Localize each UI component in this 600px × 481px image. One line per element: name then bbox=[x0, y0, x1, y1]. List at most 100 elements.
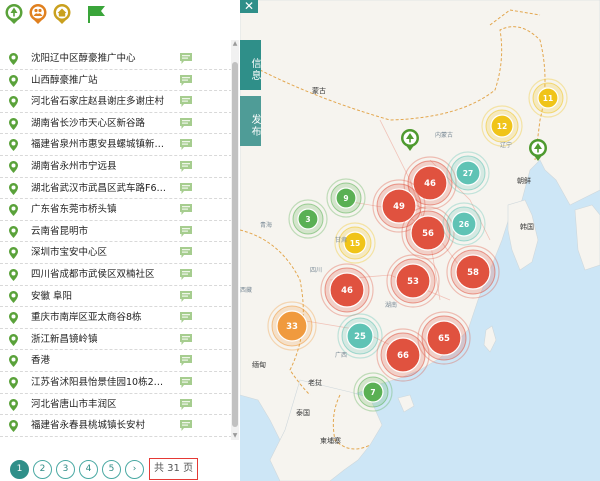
list-item-label[interactable]: 江苏省沭阳县怡景佳园10栋2单元5... bbox=[31, 376, 171, 389]
list-item[interactable]: 江苏省沭阳县怡景佳园10栋2单元5... bbox=[0, 372, 232, 394]
cluster-marker[interactable]: 46 bbox=[320, 263, 374, 317]
cluster-marker[interactable]: 3 bbox=[288, 199, 328, 239]
cluster-marker[interactable]: 11 bbox=[528, 78, 568, 118]
list-item[interactable]: 湖南省永州市宁远县 bbox=[0, 156, 232, 178]
list-item-label[interactable]: 福建省永春县桃城镇长安村 bbox=[31, 419, 171, 432]
scroll-down-icon[interactable]: ▼ bbox=[231, 432, 239, 440]
list-item-label[interactable]: 四川省成都市武侯区双楠社区 bbox=[31, 268, 171, 281]
comment-icon[interactable] bbox=[180, 74, 192, 86]
location-pin-icon bbox=[9, 355, 18, 368]
close-button[interactable]: ✕ bbox=[240, 0, 258, 13]
comment-icon[interactable] bbox=[180, 117, 192, 129]
cluster-count: 56 bbox=[422, 229, 434, 239]
cluster-marker[interactable]: 66 bbox=[376, 328, 430, 382]
list-item-label[interactable]: 安徽 阜阳 bbox=[31, 290, 171, 303]
comment-icon[interactable] bbox=[180, 53, 192, 64]
location-pin-icon bbox=[9, 117, 18, 130]
page-button-4[interactable]: 4 bbox=[79, 459, 98, 479]
scroll-thumb[interactable] bbox=[232, 62, 238, 427]
list-item[interactable]: 湖北省武汉市武昌区武车路F6湿时区... bbox=[0, 178, 232, 200]
list-item-label[interactable]: 云南省昆明市 bbox=[31, 225, 171, 238]
comment-icon[interactable] bbox=[180, 333, 192, 345]
location-pin-icon bbox=[9, 420, 18, 433]
cluster-marker[interactable]: 58 bbox=[446, 245, 500, 299]
cluster-marker[interactable]: 65 bbox=[417, 311, 471, 365]
list-item[interactable]: 四川省成都市武侯区双楠社区 bbox=[0, 264, 232, 286]
list-item-label[interactable]: 山西醇豪推广站 bbox=[31, 74, 171, 87]
cluster-marker[interactable]: 27 bbox=[446, 151, 490, 195]
list-item[interactable]: 山西醇豪推广站 bbox=[0, 70, 232, 92]
page-button-1[interactable]: 1 bbox=[10, 459, 29, 479]
map-label: 西藏 bbox=[240, 287, 253, 294]
comment-icon[interactable] bbox=[180, 247, 192, 259]
comment-icon[interactable] bbox=[180, 398, 192, 410]
list-item[interactable]: 浙江新昌镜岭镇 bbox=[0, 329, 232, 351]
tree-icon[interactable] bbox=[3, 3, 25, 25]
tab-publish[interactable]: 发布 bbox=[240, 96, 261, 146]
list-item-label[interactable]: 沈阳辽中区醇豪推广中心 bbox=[31, 52, 171, 65]
map-label: 辽宁 bbox=[500, 142, 513, 149]
poi-list: 沈阳辽中区醇豪推广中心 山西醇豪推广站 河北省石家庄赵县谢庄多谢庄村 湖南省长沙市天心… bbox=[0, 48, 232, 440]
cluster-marker[interactable]: 26 bbox=[442, 202, 486, 246]
map[interactable]: 11 12 46 27 49 9 3 56 26 15 58 53 46 33 25 65 66 7 ✕ 信息 发… bbox=[240, 0, 600, 481]
page-button-2[interactable]: 2 bbox=[33, 459, 52, 479]
comment-icon[interactable] bbox=[180, 376, 192, 388]
location-pin-icon bbox=[9, 225, 18, 238]
page-button-3[interactable]: 3 bbox=[56, 459, 75, 479]
comment-icon[interactable] bbox=[180, 420, 192, 432]
page-button-5[interactable]: 5 bbox=[102, 459, 121, 479]
list-item-label[interactable]: 广东省东莞市桥头镇 bbox=[31, 203, 171, 216]
comment-icon[interactable] bbox=[180, 160, 192, 172]
comment-icon[interactable] bbox=[180, 182, 192, 194]
comment-icon[interactable] bbox=[180, 204, 192, 216]
comment-icon[interactable] bbox=[180, 312, 192, 324]
list-item-label[interactable]: 湖北省武汉市武昌区武车路F6湿时区... bbox=[31, 182, 171, 195]
list-item-label[interactable]: 浙江新昌镜岭镇 bbox=[31, 333, 171, 346]
list-item[interactable]: 福建省泉州市惠安县螺城镇新亭尾小... bbox=[0, 134, 232, 156]
people-icon[interactable] bbox=[27, 3, 49, 25]
flag-icon[interactable] bbox=[85, 3, 107, 25]
list-item[interactable]: 广东省东莞市桥头镇 bbox=[0, 199, 232, 221]
map-label: 湖南 bbox=[385, 302, 398, 309]
comment-icon[interactable] bbox=[180, 225, 192, 237]
cluster-count: 46 bbox=[341, 286, 353, 296]
cluster-marker[interactable]: 33 bbox=[267, 301, 317, 351]
map-canvas[interactable]: 11 12 46 27 49 9 3 56 26 15 58 53 46 33 25 65 66 7 bbox=[240, 0, 600, 481]
comment-icon[interactable] bbox=[180, 290, 192, 302]
tab-info[interactable]: 信息 bbox=[240, 40, 261, 90]
list-item[interactable]: 河北省唐山市丰润区 bbox=[0, 394, 232, 416]
list-item-label[interactable]: 福建省泉州市惠安县螺城镇新亭尾小... bbox=[31, 138, 171, 151]
cluster-marker[interactable]: 56 bbox=[401, 206, 455, 260]
list-item[interactable]: 安徽 阜阳 bbox=[0, 286, 232, 308]
list-item[interactable]: 福建省永春县桃城镇长安村 bbox=[0, 415, 232, 437]
map-label: 柬埔寨 bbox=[320, 437, 341, 445]
list-item-label[interactable]: 深圳市宝安中心区 bbox=[31, 246, 171, 259]
list-item-label[interactable]: 重庆市南岸区亚太商谷8栋 bbox=[31, 311, 171, 324]
cluster-count: 58 bbox=[467, 268, 479, 278]
list-item[interactable]: 河北省石家庄赵县谢庄多谢庄村 bbox=[0, 91, 232, 113]
list-item-label[interactable]: 河北省石家庄赵县谢庄多谢庄村 bbox=[31, 95, 171, 108]
location-pin-icon bbox=[9, 268, 18, 281]
cluster-marker[interactable]: 9 bbox=[326, 178, 366, 218]
house-icon[interactable] bbox=[51, 3, 73, 25]
scrollbar[interactable]: ▲ ▼ bbox=[231, 40, 239, 440]
list-item-label[interactable]: 香港 bbox=[31, 354, 171, 367]
list-item-label[interactable]: 河北省唐山市丰润区 bbox=[31, 398, 171, 411]
list-item[interactable]: 沈阳辽中区醇豪推广中心 bbox=[0, 48, 232, 70]
list-item[interactable]: 云南省昆明市 bbox=[0, 221, 232, 243]
cluster-marker[interactable]: 7 bbox=[353, 372, 393, 412]
scroll-up-icon[interactable]: ▲ bbox=[231, 40, 239, 48]
comment-icon[interactable] bbox=[180, 268, 192, 280]
map-label: 老挝 bbox=[308, 379, 322, 387]
list-item-label[interactable]: 湖南省长沙市天心区新谷路 bbox=[31, 117, 171, 130]
list-item[interactable]: 重庆市南岸区亚太商谷8栋 bbox=[0, 307, 232, 329]
comment-icon[interactable] bbox=[180, 96, 192, 108]
next-page-button[interactable]: › bbox=[125, 459, 144, 479]
cluster-count: 26 bbox=[459, 220, 469, 229]
list-item[interactable]: 湖南省长沙市天心区新谷路 bbox=[0, 113, 232, 135]
list-item-label[interactable]: 湖南省永州市宁远县 bbox=[31, 160, 171, 173]
comment-icon[interactable] bbox=[180, 355, 192, 367]
list-item[interactable]: 香港 bbox=[0, 350, 232, 372]
list-item[interactable]: 深圳市宝安中心区 bbox=[0, 242, 232, 264]
comment-icon[interactable] bbox=[180, 139, 192, 151]
